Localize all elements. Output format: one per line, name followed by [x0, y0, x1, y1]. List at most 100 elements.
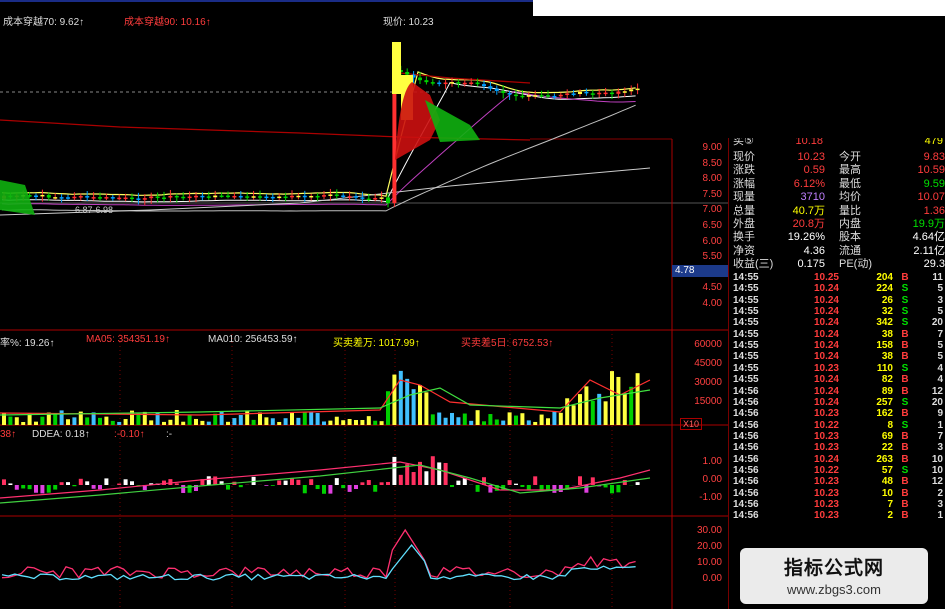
candle-body [469, 82, 474, 84]
tick-count: 5 [937, 351, 943, 363]
tick-side: B [901, 374, 909, 386]
tick-row[interactable]: 14:56 10.23 7 B 3 [733, 499, 945, 510]
candle-body [85, 196, 90, 198]
ddea-bar [302, 485, 307, 494]
volume-bar [136, 413, 141, 425]
volume-bar [584, 386, 589, 425]
tick-row[interactable]: 14:55 10.24 82 B 4 [733, 374, 945, 385]
axis-tick-label: 8.00 [702, 173, 722, 185]
volume-bar [603, 401, 608, 425]
quote-label: 流通 [839, 244, 861, 257]
candle-body [430, 82, 435, 84]
candle-body [149, 196, 154, 199]
tick-row[interactable]: 14:56 10.22 57 S 10 [733, 465, 945, 476]
ddea-third-label: :- [166, 429, 173, 440]
tick-row[interactable]: 14:56 10.24 257 S 20 [733, 397, 945, 408]
candle-body [533, 95, 538, 97]
candle-body [520, 95, 525, 98]
candle-body [181, 196, 186, 199]
candle-body [328, 194, 333, 196]
candle-body [46, 194, 51, 198]
candle-body [514, 94, 518, 97]
tick-row[interactable]: 14:55 10.24 342 S 20 [733, 317, 945, 328]
chart-area[interactable] [0, 0, 728, 609]
quote-label: 涨幅 [733, 177, 755, 190]
volume-bar [309, 412, 314, 425]
candle-body [91, 197, 96, 199]
candle-body [526, 95, 531, 97]
buysell-diff-label: 买卖差万: 1017.99↑ [333, 338, 420, 349]
ma20-line [1, 90, 636, 206]
tick-volume: 32 [881, 306, 893, 318]
tick-time: 14:55 [733, 283, 759, 295]
candle-body [616, 91, 621, 94]
candle-body [347, 196, 352, 198]
volume-bar [475, 410, 480, 425]
tick-time: 14:56 [733, 453, 759, 465]
tick-price: 10.24 [813, 306, 839, 318]
tick-row[interactable]: 14:56 10.23 162 B 9 [733, 408, 945, 419]
candle-body [507, 93, 512, 95]
tick-volume: 38 [881, 328, 893, 340]
volume-bar [206, 421, 211, 425]
ddea-bar [430, 456, 435, 485]
turnover-rate-label: 率%: 19.26↑ [0, 338, 55, 349]
tick-row[interactable]: 14:56 10.22 8 S 1 [733, 420, 945, 431]
ddea-bar [72, 485, 77, 487]
quote-value: 10.07 [917, 191, 945, 204]
tick-row[interactable]: 14:55 10.25 204 B 11 [733, 272, 945, 283]
tick-row[interactable]: 14:56 10.23 48 B 12 [733, 476, 945, 487]
quote-value: 0.59 [803, 164, 825, 177]
tick-row[interactable]: 14:56 10.23 22 B 3 [733, 442, 945, 453]
axis-tick-label: 6.50 [702, 220, 722, 231]
candle-body [539, 95, 544, 97]
tick-row[interactable]: 14:55 10.24 158 B 5 [733, 340, 945, 351]
volume-bar [264, 417, 269, 425]
quote-label: 今开 [839, 151, 861, 163]
tick-volume: 38 [881, 351, 893, 363]
ddea-bar [59, 482, 64, 485]
ddea-bar [507, 480, 512, 485]
tick-row[interactable]: 14:56 10.23 2 B 1 [733, 510, 945, 521]
volume-bar [539, 414, 544, 425]
axis-tick-label: 8.50 [702, 157, 722, 169]
tick-side: B [901, 340, 909, 352]
volume-bar [392, 374, 397, 425]
watermark-banner: 指标公式网 www.zbgs3.com [740, 548, 928, 604]
tick-volume: 48 [881, 476, 893, 488]
ddea-bar [360, 482, 365, 485]
tick-time: 14:56 [733, 385, 759, 397]
volume-bar [334, 416, 339, 425]
candle-body [194, 195, 198, 198]
tick-side: B [901, 385, 909, 397]
tick-time: 14:56 [733, 430, 759, 442]
volume-unit: X10 [680, 418, 703, 430]
current-price-tag: 4.78 [672, 265, 729, 277]
axis-tick-label: 45000 [694, 358, 722, 369]
volume-bar [405, 378, 410, 425]
volume-bar [462, 413, 467, 425]
ddea-bar [456, 480, 461, 485]
candle-body [206, 196, 211, 198]
tick-price: 10.24 [813, 283, 839, 295]
volume-bar [187, 415, 192, 425]
tick-row[interactable]: 14:56 10.23 10 B 2 [733, 488, 945, 499]
tick-volume: 162 [876, 408, 893, 420]
ddea-bar [635, 482, 640, 485]
tick-row[interactable]: 14:55 10.24 38 B 5 [733, 351, 945, 362]
ddea-bar [2, 479, 6, 485]
candle-body [251, 196, 256, 198]
buy5-volume: 479 [924, 138, 943, 147]
tick-row[interactable]: 14:55 10.24 26 S 3 [733, 295, 945, 306]
tick-row[interactable]: 14:56 10.24 263 B 10 [733, 454, 945, 465]
tick-price: 10.24 [813, 453, 839, 465]
tick-row[interactable]: 14:55 10.24 38 B 7 [733, 329, 945, 340]
tick-row[interactable]: 14:55 10.24 32 S 5 [733, 306, 945, 317]
quote-label: 总量 [733, 204, 755, 217]
tick-row[interactable]: 14:55 10.24 224 S 5 [733, 283, 945, 294]
tick-row[interactable]: 14:56 10.24 89 B 12 [733, 386, 945, 397]
ddea-bar [520, 485, 525, 487]
tick-row[interactable]: 14:55 10.23 110 S 4 [733, 363, 945, 374]
tick-row[interactable]: 14:56 10.23 69 B 7 [733, 431, 945, 442]
axis-tick-label: 5.50 [702, 251, 722, 263]
